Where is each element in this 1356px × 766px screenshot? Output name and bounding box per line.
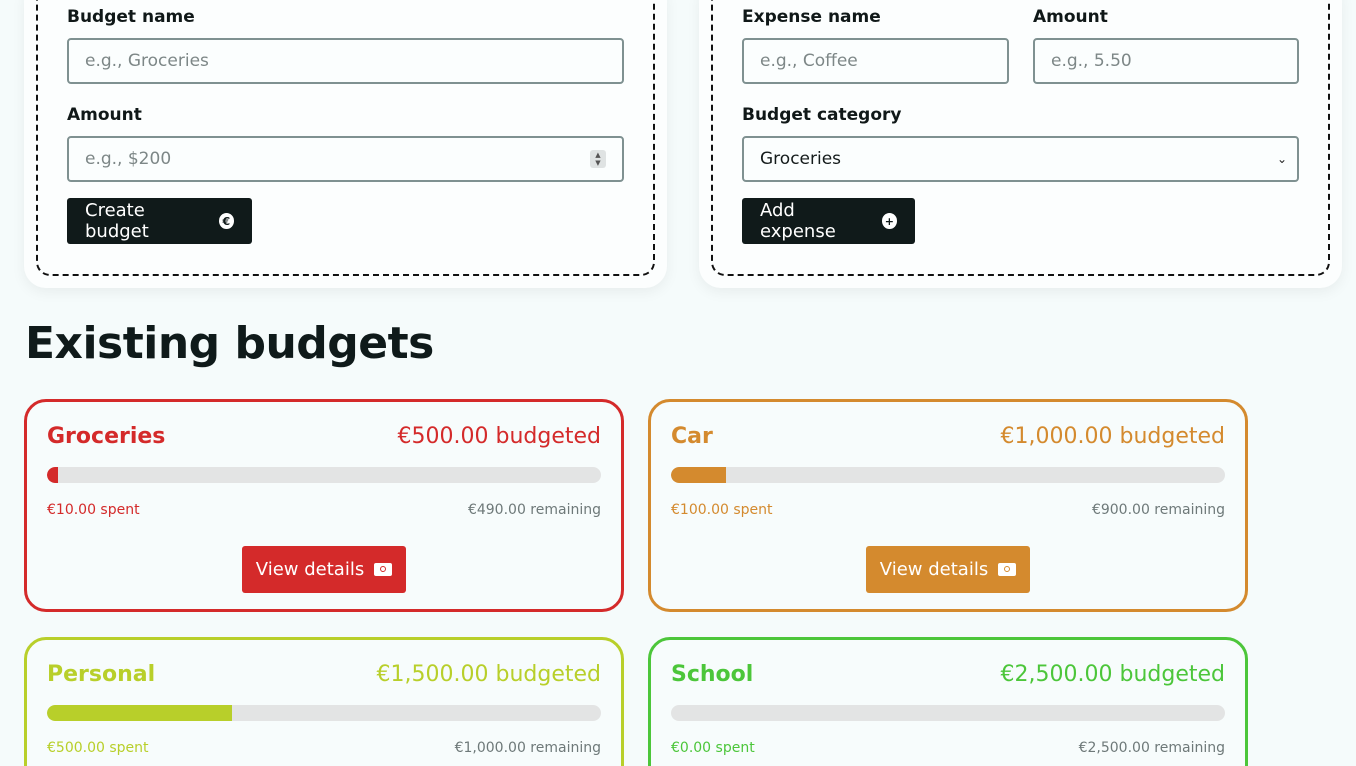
expense-name-label: Expense name <box>742 7 881 27</box>
budget-remaining: €490.00 remaining <box>467 502 601 518</box>
budget-amount-placeholder: e.g., $200 <box>85 149 172 169</box>
budget-name: Car <box>671 424 713 449</box>
euro-circle-icon: € <box>218 213 234 229</box>
budget-remaining: €2,500.00 remaining <box>1078 740 1225 756</box>
budget-amount-label: Amount <box>67 105 142 125</box>
budget-spent: €500.00 spent <box>47 740 149 756</box>
budget-amount: €500.00 budgeted <box>397 424 601 449</box>
budget-spent: €100.00 spent <box>671 502 773 518</box>
budget-name-placeholder: e.g., Groceries <box>85 51 209 71</box>
budget-remaining: €900.00 remaining <box>1091 502 1225 518</box>
expense-amount-label: Amount <box>1033 7 1108 27</box>
view-details-label: View details <box>879 559 989 580</box>
chevron-down-icon: ⌄ <box>1276 152 1287 166</box>
budget-spent: €10.00 spent <box>47 502 140 518</box>
budget-spent: €0.00 spent <box>671 740 755 756</box>
budget-progress-fill <box>47 467 59 483</box>
banknote-icon <box>374 563 393 576</box>
number-spinner-icon[interactable]: ▲ ▼ <box>590 150 606 168</box>
budget-name-input[interactable]: e.g., Groceries <box>67 38 624 84</box>
view-details-label: View details <box>255 559 365 580</box>
expense-amount-placeholder: e.g., 5.50 <box>1051 51 1132 71</box>
create-budget-label: Create budget <box>85 200 149 242</box>
budget-card: Car €1,000.00 budgeted €100.00 spent €900.0… <box>648 399 1248 612</box>
budget-remaining: €1,000.00 remaining <box>454 740 601 756</box>
budget-card: Groceries €500.00 budgeted €10.00 spent €49… <box>24 399 624 612</box>
budget-progress-bar <box>47 705 601 721</box>
view-details-button[interactable]: View details <box>242 546 406 593</box>
budget-name: School <box>671 662 754 687</box>
budget-amount: €1,500.00 budgeted <box>376 662 601 687</box>
add-expense-label: Add expense <box>760 200 836 242</box>
create-budget-button[interactable]: Create budget € <box>67 198 252 244</box>
budget-progress-bar <box>671 705 1225 721</box>
expense-name-placeholder: e.g., Coffee <box>760 51 858 71</box>
budget-category-value: Groceries <box>760 149 842 169</box>
budget-amount: €1,000.00 budgeted <box>1000 424 1225 449</box>
expense-name-input[interactable]: e.g., Coffee <box>742 38 1009 84</box>
budget-name: Groceries <box>47 424 166 449</box>
budget-category-select[interactable]: Groceries ⌄ <box>742 136 1299 182</box>
existing-budgets-heading: Existing budgets <box>25 318 434 369</box>
budget-name-label: Budget name <box>67 7 195 27</box>
budget-name: Personal <box>47 662 156 687</box>
budget-category-label: Budget category <box>742 105 902 125</box>
banknote-icon <box>998 563 1017 576</box>
budget-card: Personal €1,500.00 budgeted €500.00 spent €… <box>24 637 624 766</box>
budget-progress-bar <box>671 467 1225 483</box>
budget-progress-fill <box>47 705 232 721</box>
budget-progress-bar <box>47 467 601 483</box>
budget-amount: €2,500.00 budgeted <box>1000 662 1225 687</box>
budget-card: School €2,500.00 budgeted €0.00 spent €2,50… <box>648 637 1248 766</box>
view-details-button[interactable]: View details <box>866 546 1030 593</box>
budget-progress-fill <box>671 467 727 483</box>
add-expense-button[interactable]: Add expense + <box>742 198 915 244</box>
budget-amount-input[interactable]: e.g., $200 ▲ ▼ <box>67 136 624 182</box>
plus-circle-icon: + <box>881 213 897 229</box>
expense-amount-input[interactable]: e.g., 5.50 <box>1033 38 1299 84</box>
